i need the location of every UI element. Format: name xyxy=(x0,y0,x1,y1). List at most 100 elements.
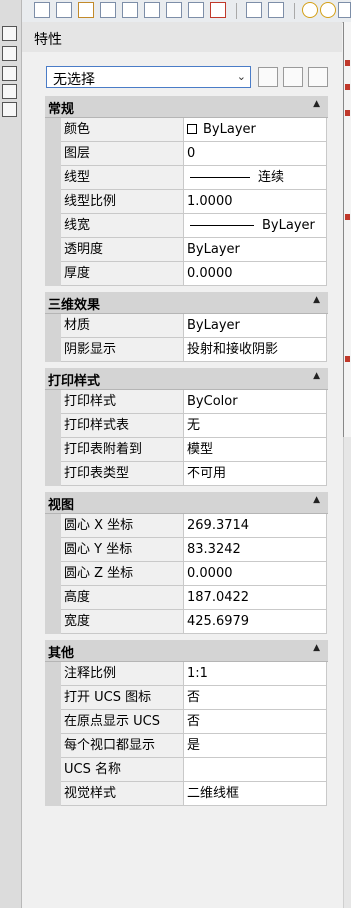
property-row[interactable]: 注释比例 1:1 xyxy=(45,662,328,686)
property-row[interactable]: 打印样式表无 xyxy=(45,414,328,438)
palette-autohide-icon[interactable] xyxy=(2,46,17,61)
property-row[interactable]: 打印表类型 不可用 xyxy=(45,462,328,486)
property-value-text: 187.0422 xyxy=(187,590,250,605)
layer-icon[interactable] xyxy=(188,2,204,18)
property-value[interactable]: 是 xyxy=(184,734,327,758)
property-value[interactable]: 0 xyxy=(184,142,327,166)
adjacent-tool-icon[interactable] xyxy=(345,110,350,116)
row-indent xyxy=(45,562,61,586)
property-value[interactable]: ByLayer xyxy=(184,118,327,142)
property-row[interactable]: 打印表附着到 模型 xyxy=(45,438,328,462)
property-name: 打印样式表 xyxy=(61,414,184,438)
section-header-view[interactable]: 视图 ▲ xyxy=(45,492,328,514)
adjacent-tool-icon[interactable] xyxy=(345,214,350,220)
section-header-plot[interactable]: 打印样式 ▲ xyxy=(45,368,328,390)
adjacent-tool-icon[interactable] xyxy=(345,60,350,66)
property-row[interactable]: 线型 连续 xyxy=(45,166,328,190)
property-value[interactable]: 连续 xyxy=(184,166,327,190)
zoom-previous-icon[interactable] xyxy=(166,2,182,18)
section-header-misc[interactable]: 其他 ▲ xyxy=(45,640,328,662)
property-value[interactable]: 83.3242 xyxy=(184,538,327,562)
property-value[interactable]: ByLayer xyxy=(184,214,327,238)
property-row[interactable]: 圆心 X 坐标 269.3714 xyxy=(45,514,328,538)
property-row[interactable]: 打开 UCS 图标否 xyxy=(45,686,328,710)
palette-design-icon[interactable] xyxy=(2,84,17,99)
property-row[interactable]: 视觉样式 二维线框 xyxy=(45,782,328,806)
property-row[interactable]: 圆心 Z 坐标 0.0000 xyxy=(45,562,328,586)
quick-select-icon[interactable] xyxy=(308,67,328,87)
adjacent-tool-icon[interactable] xyxy=(345,84,350,90)
property-name: 线型比例 xyxy=(61,190,184,214)
collapse-icon[interactable]: ▲ xyxy=(313,495,320,505)
property-value[interactable]: 0.0000 xyxy=(184,562,327,586)
property-name: 视觉样式 xyxy=(61,782,184,806)
row-indent xyxy=(45,514,61,538)
refresh-icon[interactable] xyxy=(100,2,116,18)
property-row[interactable]: 透明度 ByLayer xyxy=(45,238,328,262)
property-value[interactable]: ByLayer xyxy=(184,238,327,262)
property-name: 线型 xyxy=(61,166,184,190)
property-value[interactable]: 无 xyxy=(184,414,327,438)
property-row[interactable]: 线宽 ByLayer xyxy=(45,214,328,238)
property-row[interactable]: 颜色 ByLayer xyxy=(45,118,328,142)
palette-tool-icon[interactable] xyxy=(2,102,17,117)
property-value[interactable]: 187.0422 xyxy=(184,586,327,610)
select-icon[interactable] xyxy=(34,2,50,18)
property-name: UCS 名称 xyxy=(61,758,184,782)
sun-icon[interactable] xyxy=(320,2,336,18)
section-header-3d[interactable]: 三维效果 ▲ xyxy=(45,292,328,314)
zoom-icon[interactable] xyxy=(56,2,72,18)
property-row[interactable]: 线型比例 1.0000 xyxy=(45,190,328,214)
property-value[interactable]: 模型 xyxy=(184,438,327,462)
adjacent-tool-icon[interactable] xyxy=(345,356,350,362)
pencil-icon[interactable] xyxy=(78,2,94,18)
property-value[interactable]: 不可用 xyxy=(184,462,327,486)
property-value[interactable]: 否 xyxy=(184,686,327,710)
property-row[interactable]: 图层 0 xyxy=(45,142,328,166)
property-value[interactable]: ByColor xyxy=(184,390,327,414)
collapse-icon[interactable]: ▲ xyxy=(313,295,320,305)
row-indent xyxy=(45,142,61,166)
property-value[interactable]: 425.6979 xyxy=(184,610,327,634)
property-value[interactable] xyxy=(184,758,327,782)
toggle-pickadd-icon[interactable] xyxy=(258,67,278,87)
lock-icon[interactable] xyxy=(338,2,351,18)
property-value-text: 425.6979 xyxy=(187,614,250,629)
property-value-text: 0 xyxy=(187,146,196,161)
property-value[interactable]: 投射和接收阴影 xyxy=(184,338,327,362)
property-row[interactable]: 在原点显示 UCS 否 xyxy=(45,710,328,734)
zoom-window-icon[interactable] xyxy=(144,2,160,18)
property-value[interactable]: ByLayer xyxy=(184,314,327,338)
property-row[interactable]: 每个视口都显示是 xyxy=(45,734,328,758)
property-row[interactable]: UCS 名称 xyxy=(45,758,328,782)
property-value[interactable]: 1:1 xyxy=(184,662,327,686)
palette-properties-icon[interactable] xyxy=(2,66,17,81)
property-row[interactable]: 圆心 Y 坐标 83.3242 xyxy=(45,538,328,562)
property-row[interactable]: 高度 187.0422 xyxy=(45,586,328,610)
collapse-icon[interactable]: ▲ xyxy=(313,643,320,653)
property-value[interactable]: 否 xyxy=(184,710,327,734)
property-row[interactable]: 材质 ByLayer xyxy=(45,314,328,338)
property-row[interactable]: 打印样式 ByColor xyxy=(45,390,328,414)
property-value[interactable]: 二维线框 xyxy=(184,782,327,806)
property-value[interactable]: 1.0000 xyxy=(184,190,327,214)
select-objects-icon[interactable] xyxy=(283,67,303,87)
section-header-general[interactable]: 常规 ▲ xyxy=(45,96,328,118)
property-row[interactable]: 厚度 0.0000 xyxy=(45,262,328,286)
property-row[interactable]: 宽度 425.6979 xyxy=(45,610,328,634)
edit-icon[interactable] xyxy=(268,2,284,18)
property-name: 在原点显示 UCS xyxy=(61,710,184,734)
close-doc-icon[interactable] xyxy=(210,2,226,18)
arc-icon[interactable] xyxy=(122,2,138,18)
collapse-icon[interactable]: ▲ xyxy=(313,99,320,109)
palette-menu-icon[interactable] xyxy=(2,26,17,41)
property-row[interactable]: 阴影显示 投射和接收阴影 xyxy=(45,338,328,362)
selection-dropdown[interactable]: 无选择 ⌄ xyxy=(46,66,251,88)
light-bulb-icon[interactable] xyxy=(302,2,318,18)
palette-title-bar[interactable]: 特性 xyxy=(22,22,342,52)
grid-icon[interactable] xyxy=(246,2,262,18)
property-value[interactable]: 0.0000 xyxy=(184,262,327,286)
property-value[interactable]: 269.3714 xyxy=(184,514,327,538)
property-value-text: 二维线框 xyxy=(187,786,240,801)
collapse-icon[interactable]: ▲ xyxy=(313,371,320,381)
